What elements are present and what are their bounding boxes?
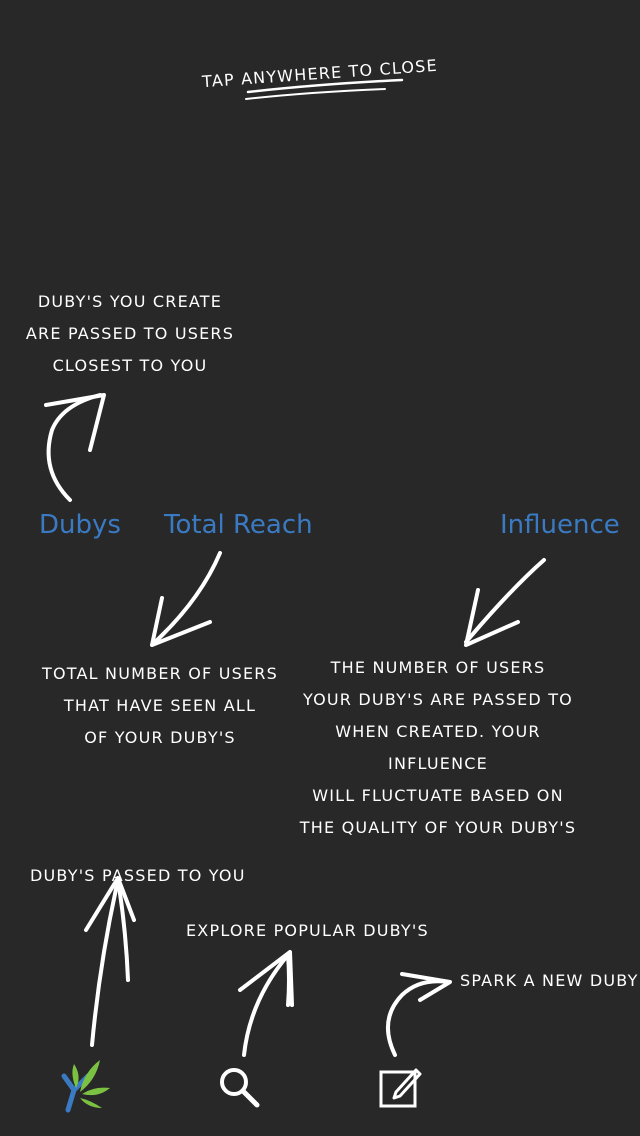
search-icon[interactable] [216,1064,262,1110]
total-reach-arrow-icon [153,551,222,644]
spark-arrow-icon [385,979,450,1057]
search-icon-graphic [220,1068,260,1108]
passed-arrow-icon [90,878,120,1047]
duby-logo-icon-graphic [61,1060,110,1113]
influence-arrow-head [464,588,520,647]
hand-drawn-arrows [44,78,546,1057]
duby-logo-icon[interactable] [58,1058,112,1114]
compose-icon[interactable] [378,1062,424,1110]
compose-icon-graphic [379,1068,422,1108]
